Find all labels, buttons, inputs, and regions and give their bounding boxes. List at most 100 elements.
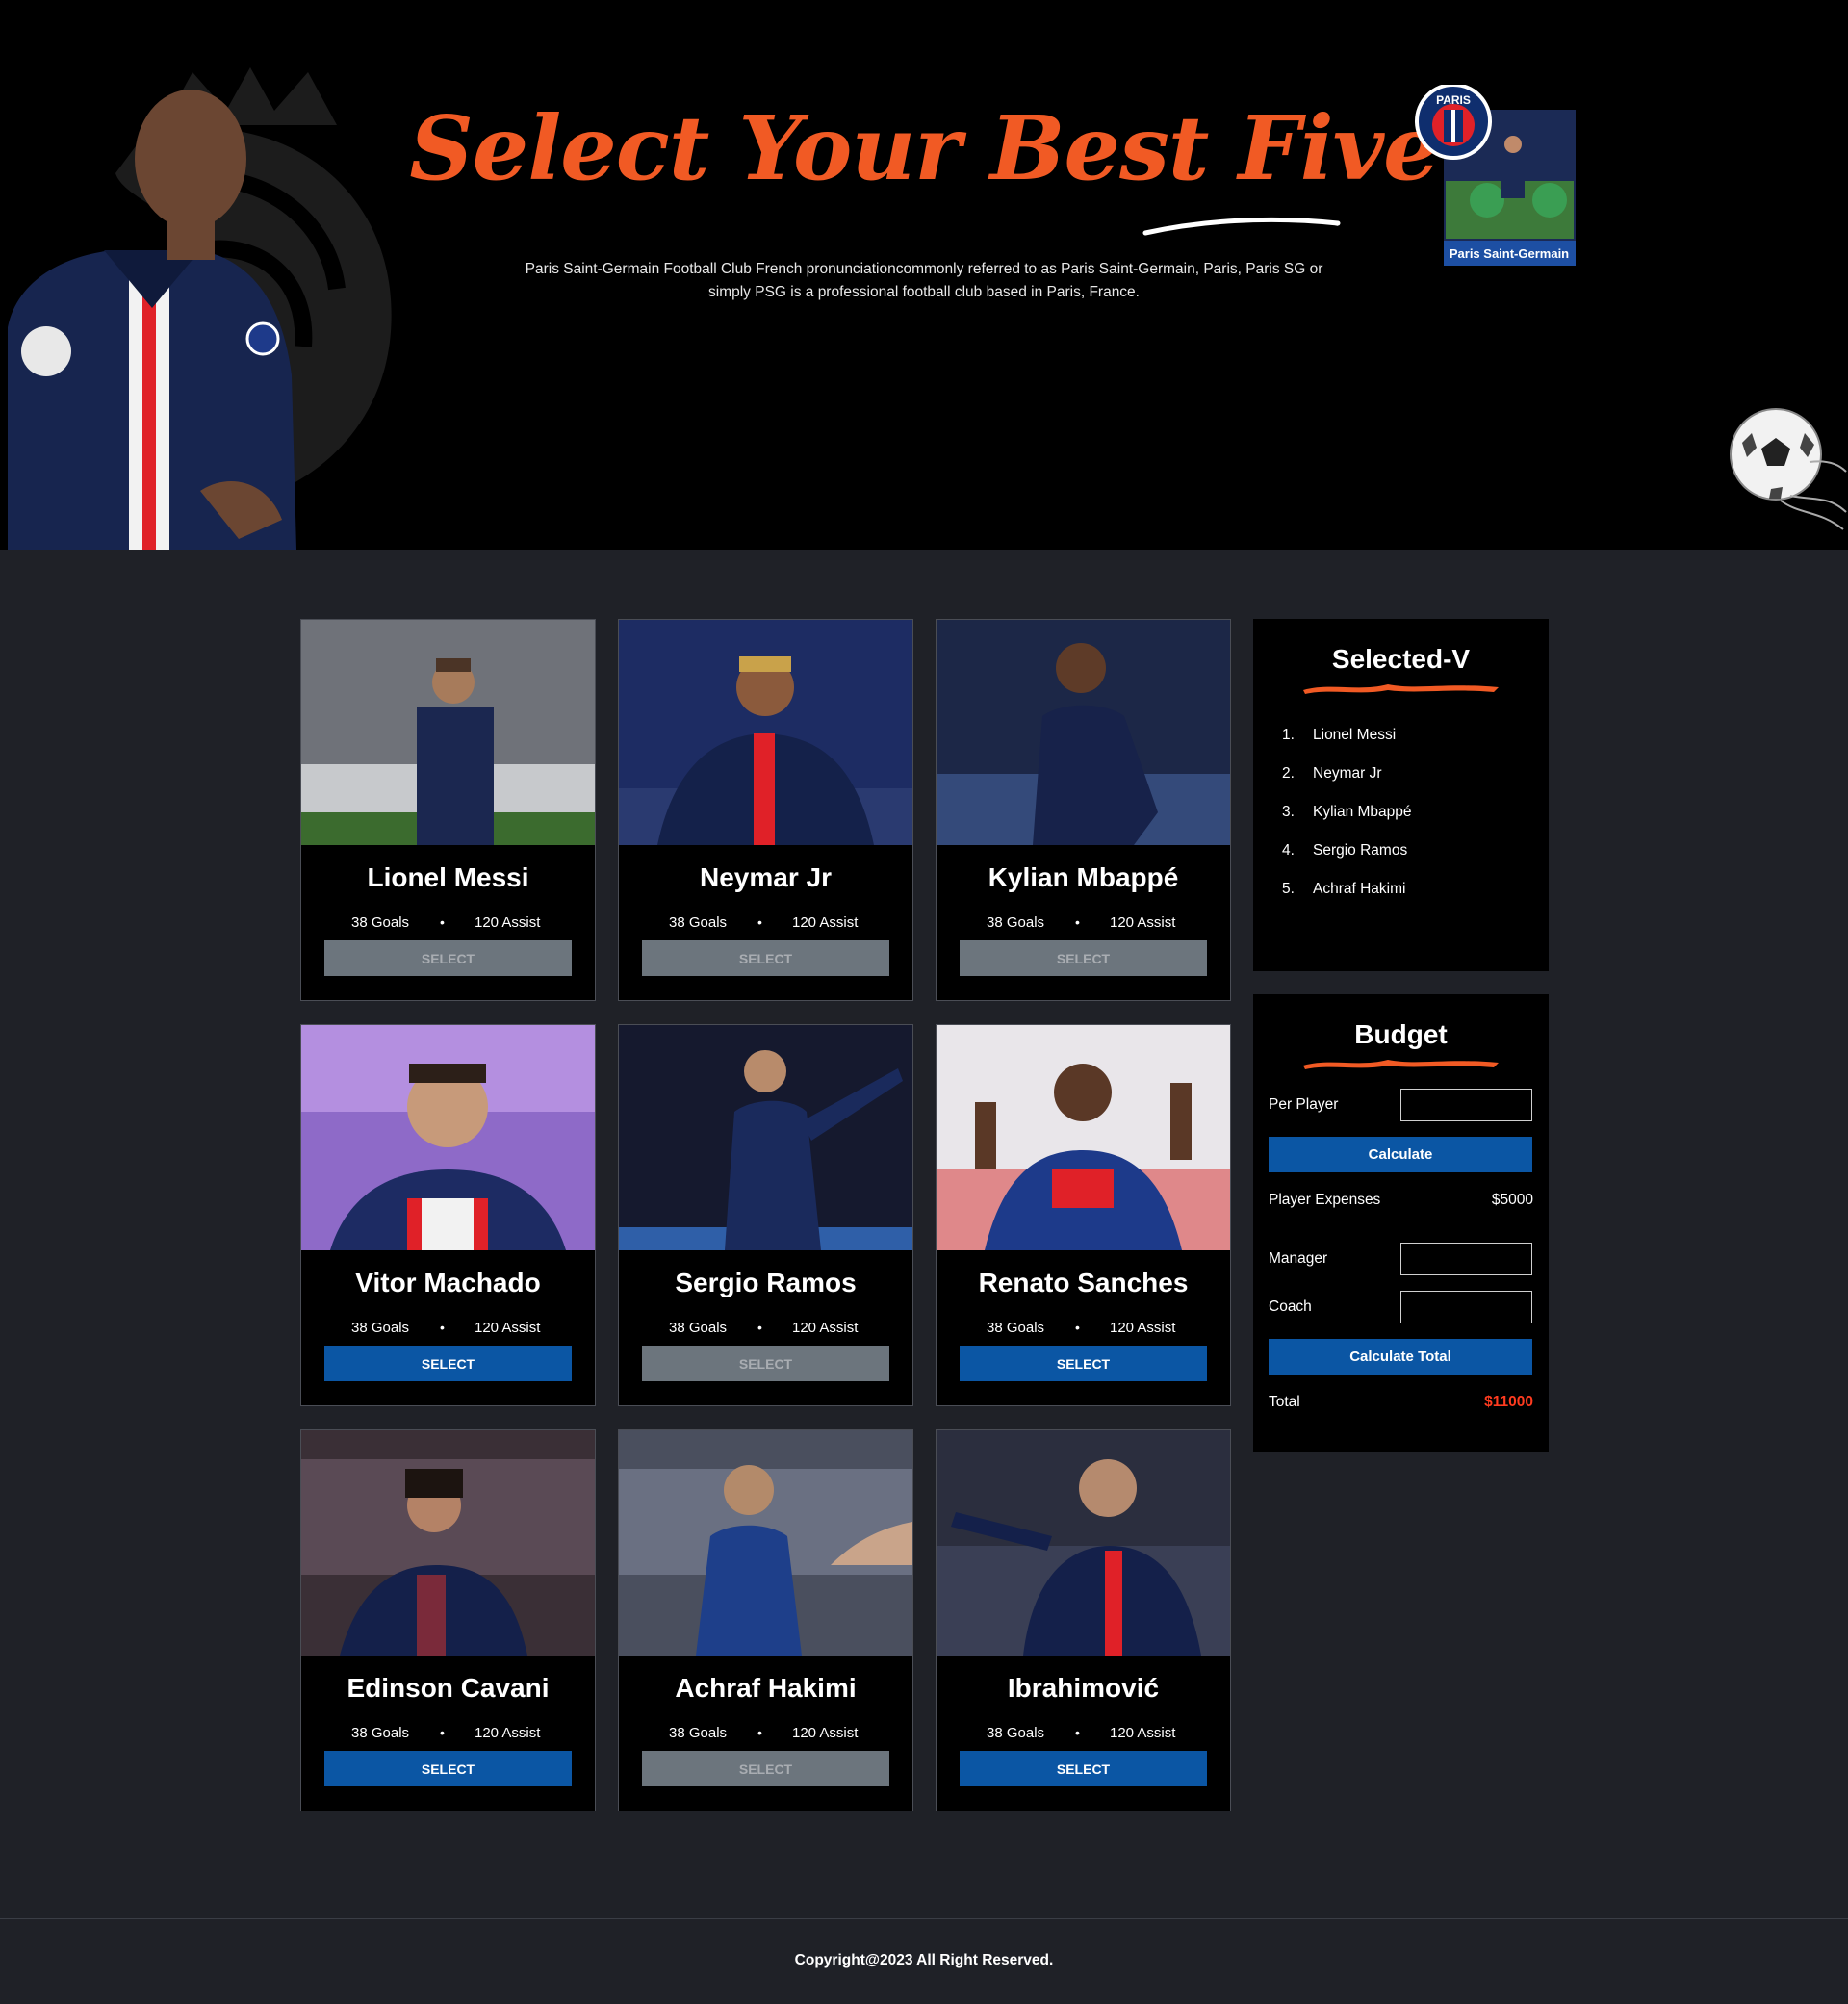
hero-banner: Select Your Best Five Paris Saint-Germai… (0, 0, 1848, 550)
list-player-name: Achraf Hakimi (1313, 881, 1406, 897)
bullet-separator: • (757, 1320, 762, 1335)
bullet-separator: • (1075, 1725, 1080, 1740)
player-assist: 120 Assist (475, 1725, 541, 1741)
select-button[interactable]: SELECT (642, 940, 889, 976)
bullet-separator: • (440, 914, 445, 930)
list-item: 2. Neymar Jr (1282, 765, 1412, 804)
list-player-name: Lionel Messi (1313, 727, 1397, 743)
per-player-label: Per Player (1269, 1096, 1339, 1113)
list-player-name: Neymar Jr (1313, 765, 1382, 782)
player-goals: 38 Goals (987, 1725, 1045, 1741)
selected-panel-title: Selected-V (1331, 644, 1471, 674)
footer-divider (0, 1918, 1848, 1919)
list-number: 1. (1282, 727, 1295, 743)
coach-label: Coach (1269, 1298, 1312, 1315)
list-item: 3. Kylian Mbappé (1282, 804, 1412, 842)
selected-players-list: 1. Lionel Messi 2. Neymar Jr 3. Kylian Mbap… (1282, 727, 1412, 919)
player-photo (619, 620, 912, 845)
bullet-separator: • (440, 1320, 445, 1335)
select-button[interactable]: SELECT (960, 1751, 1207, 1786)
select-button[interactable]: SELECT (642, 1346, 889, 1381)
player-goals: 38 Goals (351, 914, 410, 931)
club-badge: Paris Saint-Germain PARIS (1415, 83, 1578, 277)
player-card: Edinson Cavani 38 Goals • 120 Assist SEL… (300, 1429, 596, 1811)
total-label: Total (1269, 1394, 1300, 1410)
title-brush-underline (1303, 684, 1499, 694)
budget-panel: Budget Per Player Calculate Player Expen… (1253, 994, 1549, 1452)
list-player-name: Sergio Ramos (1313, 842, 1408, 859)
badge-logo-text: PARIS (1436, 93, 1471, 107)
player-photo (937, 620, 1230, 845)
club-description: Paris Saint-Germain Football Club French… (525, 261, 1323, 300)
player-photo (619, 1025, 912, 1250)
player-goals: 38 Goals (669, 1320, 728, 1336)
select-button[interactable]: SELECT (324, 1346, 572, 1381)
player-card: Neymar Jr 38 Goals • 120 Assist SELECT (618, 619, 913, 1001)
footer-copyright: Copyright@2023 All Right Reserved. (794, 1952, 1054, 1968)
player-photo (301, 1025, 595, 1250)
player-name: Ibrahimović (1007, 1673, 1160, 1703)
player-name: Achraf Hakimi (675, 1673, 857, 1703)
player-goals: 38 Goals (351, 1320, 410, 1336)
list-item: 5. Achraf Hakimi (1282, 881, 1412, 919)
player-assist: 120 Assist (792, 1725, 859, 1741)
player-photo (301, 1430, 595, 1656)
player-card: Sergio Ramos 38 Goals • 120 Assist SELEC… (618, 1024, 913, 1406)
manager-input[interactable] (1400, 1243, 1532, 1275)
list-number: 5. (1282, 881, 1295, 897)
psg-card-image: Paris Saint-Germain PARIS (1415, 83, 1576, 266)
title-brush-underline (1303, 1060, 1499, 1069)
badge-caption: Paris Saint-Germain (1450, 246, 1569, 261)
player-card: Lionel Messi 38 Goals • 120 Assist SELEC… (300, 619, 596, 1001)
player-card: Vitor Machado 38 Goals • 120 Assist SELE… (300, 1024, 596, 1406)
player-goals: 38 Goals (669, 1725, 728, 1741)
player-assist: 120 Assist (1110, 1725, 1176, 1741)
select-button[interactable]: SELECT (642, 1751, 889, 1786)
player-expenses-value: $5000 (1491, 1192, 1533, 1208)
player-name: Sergio Ramos (675, 1268, 857, 1297)
bullet-separator: • (440, 1725, 445, 1740)
select-button[interactable]: SELECT (324, 940, 572, 976)
player-card: Achraf Hakimi 38 Goals • 120 Assist SELE… (618, 1429, 913, 1811)
player-assist: 120 Assist (475, 1320, 541, 1336)
per-player-input[interactable] (1400, 1089, 1532, 1121)
manager-label: Manager (1269, 1250, 1328, 1267)
list-player-name: Kylian Mbappé (1313, 804, 1412, 820)
player-assist: 120 Assist (1110, 1320, 1176, 1336)
player-name: Lionel Messi (367, 862, 529, 892)
list-item: 1. Lionel Messi (1282, 727, 1412, 765)
coach-input[interactable] (1400, 1291, 1532, 1323)
list-number: 3. (1282, 804, 1295, 820)
player-card: Renato Sanches 38 Goals • 120 Assist SEL… (936, 1024, 1231, 1406)
player-goals: 38 Goals (987, 914, 1045, 931)
select-button[interactable]: SELECT (960, 940, 1207, 976)
player-name: Renato Sanches (978, 1268, 1189, 1297)
football-icon (1730, 408, 1847, 530)
player-assist: 120 Assist (475, 914, 541, 931)
player-assist: 120 Assist (792, 914, 859, 931)
title-underline-swoosh (1142, 217, 1341, 236)
player-card: Kylian Mbappé 38 Goals • 120 Assist SELE… (936, 619, 1231, 1001)
budget-panel-title: Budget (1354, 1019, 1448, 1049)
player-photo (937, 1430, 1230, 1656)
player-name: Neymar Jr (700, 862, 832, 892)
list-number: 4. (1282, 842, 1295, 859)
player-photo (937, 1025, 1230, 1250)
player-photo (301, 620, 595, 845)
select-button[interactable]: SELECT (324, 1751, 572, 1786)
player-assist: 120 Assist (1110, 914, 1176, 931)
selected-players-panel: Selected-V 1. Lionel Messi 2. Neymar Jr 3.… (1253, 619, 1549, 971)
player-name: Edinson Cavani (346, 1673, 550, 1703)
player-goals: 38 Goals (351, 1725, 410, 1741)
player-goals: 38 Goals (669, 914, 728, 931)
calculate-button[interactable]: Calculate (1269, 1137, 1532, 1172)
player-name: Kylian Mbappé (988, 862, 1179, 892)
bullet-separator: • (1075, 914, 1080, 930)
player-goals: 38 Goals (987, 1320, 1045, 1336)
select-button[interactable]: SELECT (960, 1346, 1207, 1381)
player-expenses-label: Player Expenses (1269, 1192, 1381, 1208)
calculate-total-button[interactable]: Calculate Total (1269, 1339, 1532, 1375)
player-name: Vitor Machado (355, 1268, 541, 1297)
list-item: 4. Sergio Ramos (1282, 842, 1412, 881)
player-assist: 120 Assist (792, 1320, 859, 1336)
